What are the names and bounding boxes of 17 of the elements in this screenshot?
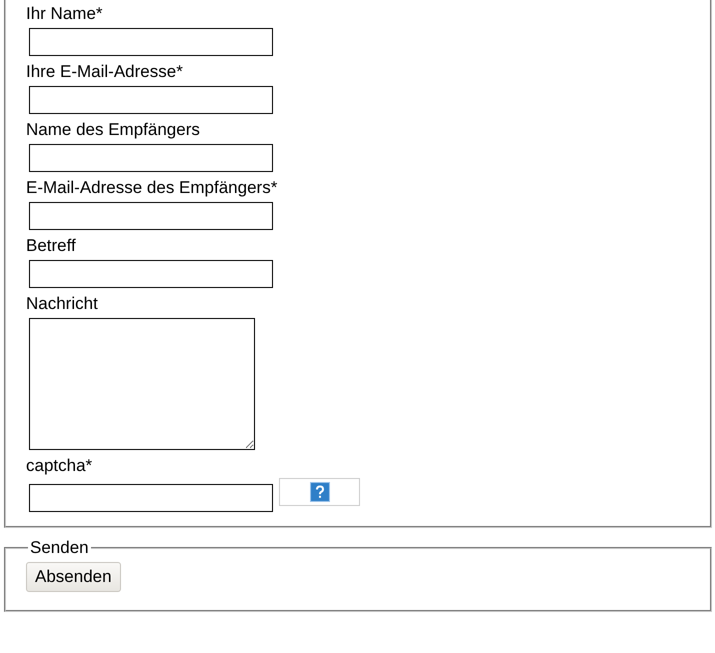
- field-label: Betreff: [26, 235, 76, 257]
- submit-button[interactable]: Absenden: [26, 562, 121, 592]
- input-field[interactable]: [29, 86, 273, 114]
- message-field[interactable]: [29, 318, 255, 450]
- help-icon: [310, 482, 330, 502]
- field-label: Ihre E-Mail-Adresse*: [26, 61, 183, 83]
- field-label: captcha*: [26, 455, 92, 477]
- section-legend: Senden: [28, 538, 91, 558]
- field-label: E-Mail-Adresse des Empfängers*: [26, 177, 278, 199]
- input-field[interactable]: [29, 202, 273, 230]
- field-label: Name des Empfängers: [26, 119, 200, 141]
- field-label: Nachricht: [26, 293, 98, 315]
- captcha-field[interactable]: [29, 484, 273, 512]
- input-field[interactable]: [29, 144, 273, 172]
- field-label: Ihr Name*: [26, 3, 103, 25]
- input-field[interactable]: [29, 260, 273, 288]
- input-field[interactable]: [29, 28, 273, 56]
